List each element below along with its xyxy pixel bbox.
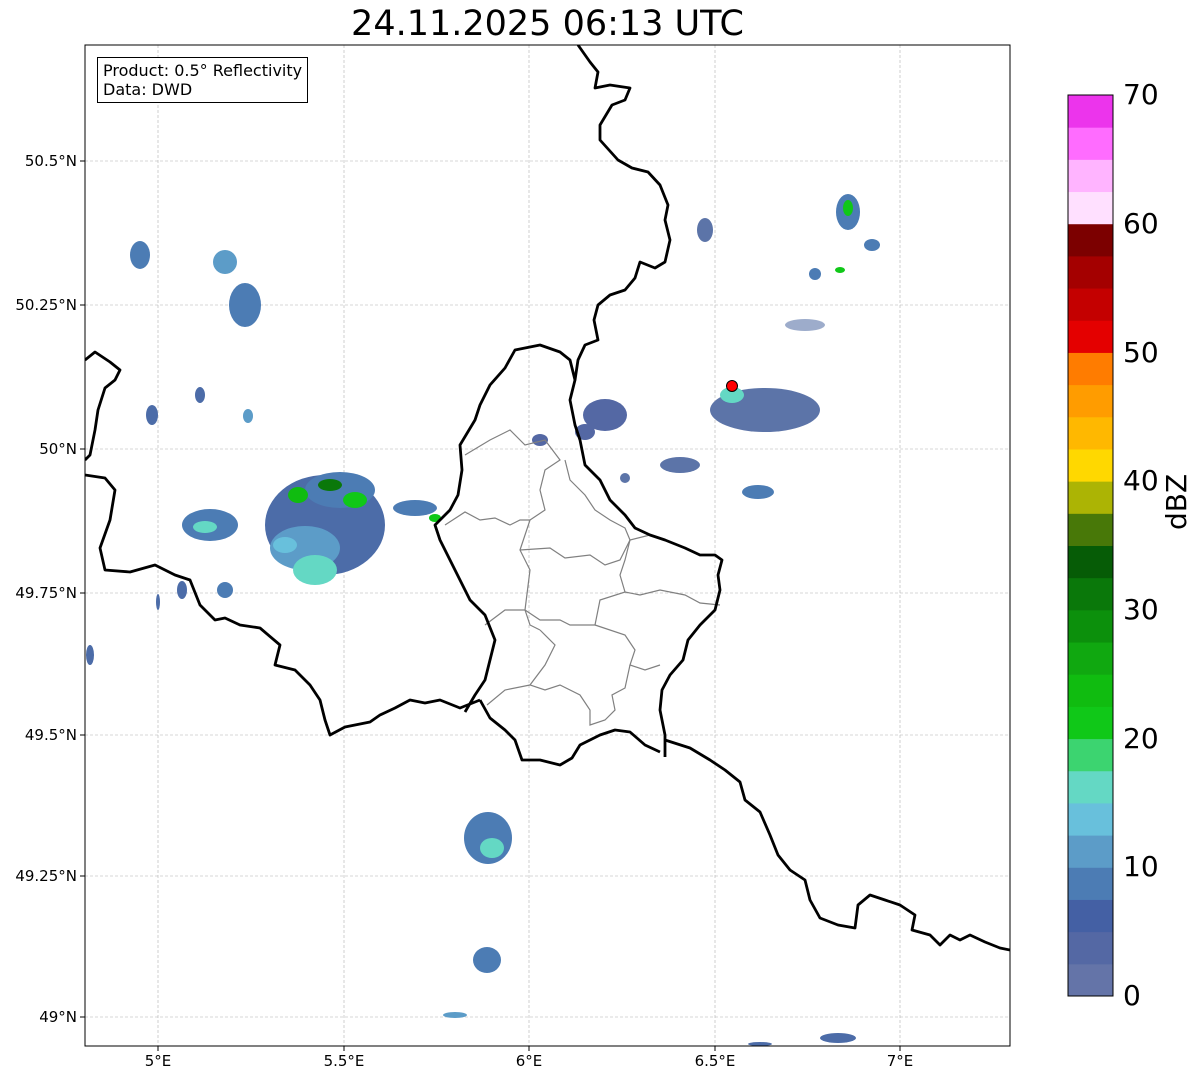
colorbar-segment [1068,899,1113,933]
colorbar-segment [1068,706,1113,740]
colorbar-segment [1068,288,1113,321]
lat-tick-label: 49.25°N [15,867,77,885]
lon-tick-label: 7°E [886,1052,914,1070]
colorbar-segment [1068,674,1113,707]
lon-tick-label: 6°E [515,1052,543,1070]
colorbar-segment [1068,352,1113,386]
colorbar-label: dBZ [1160,473,1193,530]
colorbar-segment [1068,127,1113,160]
lon-tick-label: 5.5°E [323,1052,365,1070]
colorbar-segment [1068,223,1113,257]
colorbar-segment [1068,384,1113,418]
lon-tick-label: 5°E [144,1052,172,1070]
colorbar-segment [1068,448,1113,482]
colorbar-segment [1068,191,1113,225]
colorbar-segment [1068,159,1113,193]
colorbar-segment [1068,835,1113,868]
colorbar-tick-label: 60 [1123,207,1159,240]
colorbar-segment [1068,255,1113,289]
colorbar-segment [1068,95,1113,128]
lat-tick-label: 50°N [39,440,77,458]
colorbar-segment [1068,770,1113,804]
colorbar-segment [1068,642,1113,675]
colorbar-segment [1068,416,1113,450]
colorbar-segment [1068,609,1113,643]
info-product: Product: 0.5° Reflectivity [103,61,303,80]
colorbar [1068,95,1113,997]
colorbar-segment [1068,320,1113,353]
colorbar-segment [1068,738,1113,772]
colorbar-segment [1068,513,1113,546]
colorbar-tick-label: 50 [1123,336,1159,369]
colorbar-tick-label: 10 [1123,850,1159,883]
colorbar-segment [1068,481,1113,514]
info-data: Data: DWD [103,80,193,99]
lon-tick-label: 6.5°E [694,1052,736,1070]
lat-tick-label: 49.75°N [15,584,77,602]
colorbar-segment [1068,867,1113,900]
lat-tick-label: 50.25°N [15,296,77,314]
colorbar-segment [1068,545,1113,579]
colorbar-tick-label: 30 [1123,593,1159,626]
info-box: Product: 0.5° Reflectivity Data: DWD [97,57,309,103]
colorbar-segment [1068,963,1113,997]
lat-tick-label: 50.5°N [24,152,77,170]
lat-tick-label: 49°N [39,1008,77,1026]
colorbar-tick-label: 70 [1123,78,1159,111]
colorbar-segment [1068,931,1113,965]
colorbar-tick-label: 40 [1123,464,1159,497]
radar-site-marker[interactable] [726,380,738,392]
lat-tick-label: 49.5°N [24,726,77,744]
colorbar-tick-label: 20 [1123,722,1159,755]
radar-map[interactable] [0,0,1202,1081]
colorbar-segment [1068,577,1113,611]
colorbar-tick-label: 0 [1123,979,1141,1012]
colorbar-segment [1068,802,1113,836]
